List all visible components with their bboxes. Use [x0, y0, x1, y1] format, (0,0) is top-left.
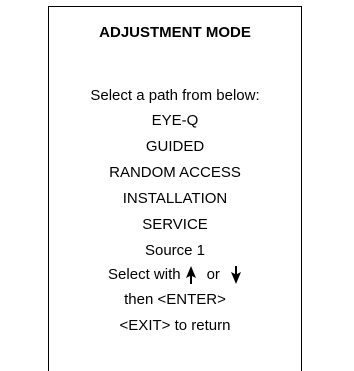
arrow-down-icon: [230, 266, 242, 284]
menu-prompt: Select a path from below:: [90, 87, 260, 104]
adjustment-mode-menu: ADJUSTMENT MODE Select a path from below…: [48, 6, 302, 371]
select-instruction: Select with or: [49, 266, 301, 284]
menu-item-service[interactable]: SERVICE: [49, 216, 301, 234]
enter-hint: then <ENTER>: [124, 291, 226, 308]
arrow-up-icon: [185, 266, 197, 284]
menu-item-random-access[interactable]: RANDOM ACCESS: [49, 164, 301, 182]
menu-title: ADJUSTMENT MODE: [99, 24, 251, 41]
source-label: Source 1: [144, 242, 206, 259]
menu-item-eye-q[interactable]: EYE-Q: [49, 112, 301, 130]
select-with-text: Select with: [108, 266, 181, 283]
menu-item-guided[interactable]: GUIDED: [49, 138, 301, 156]
menu-item-installation[interactable]: INSTALLATION: [49, 190, 301, 208]
or-text: or: [206, 266, 220, 283]
exit-hint: <EXIT> to return: [119, 317, 231, 334]
